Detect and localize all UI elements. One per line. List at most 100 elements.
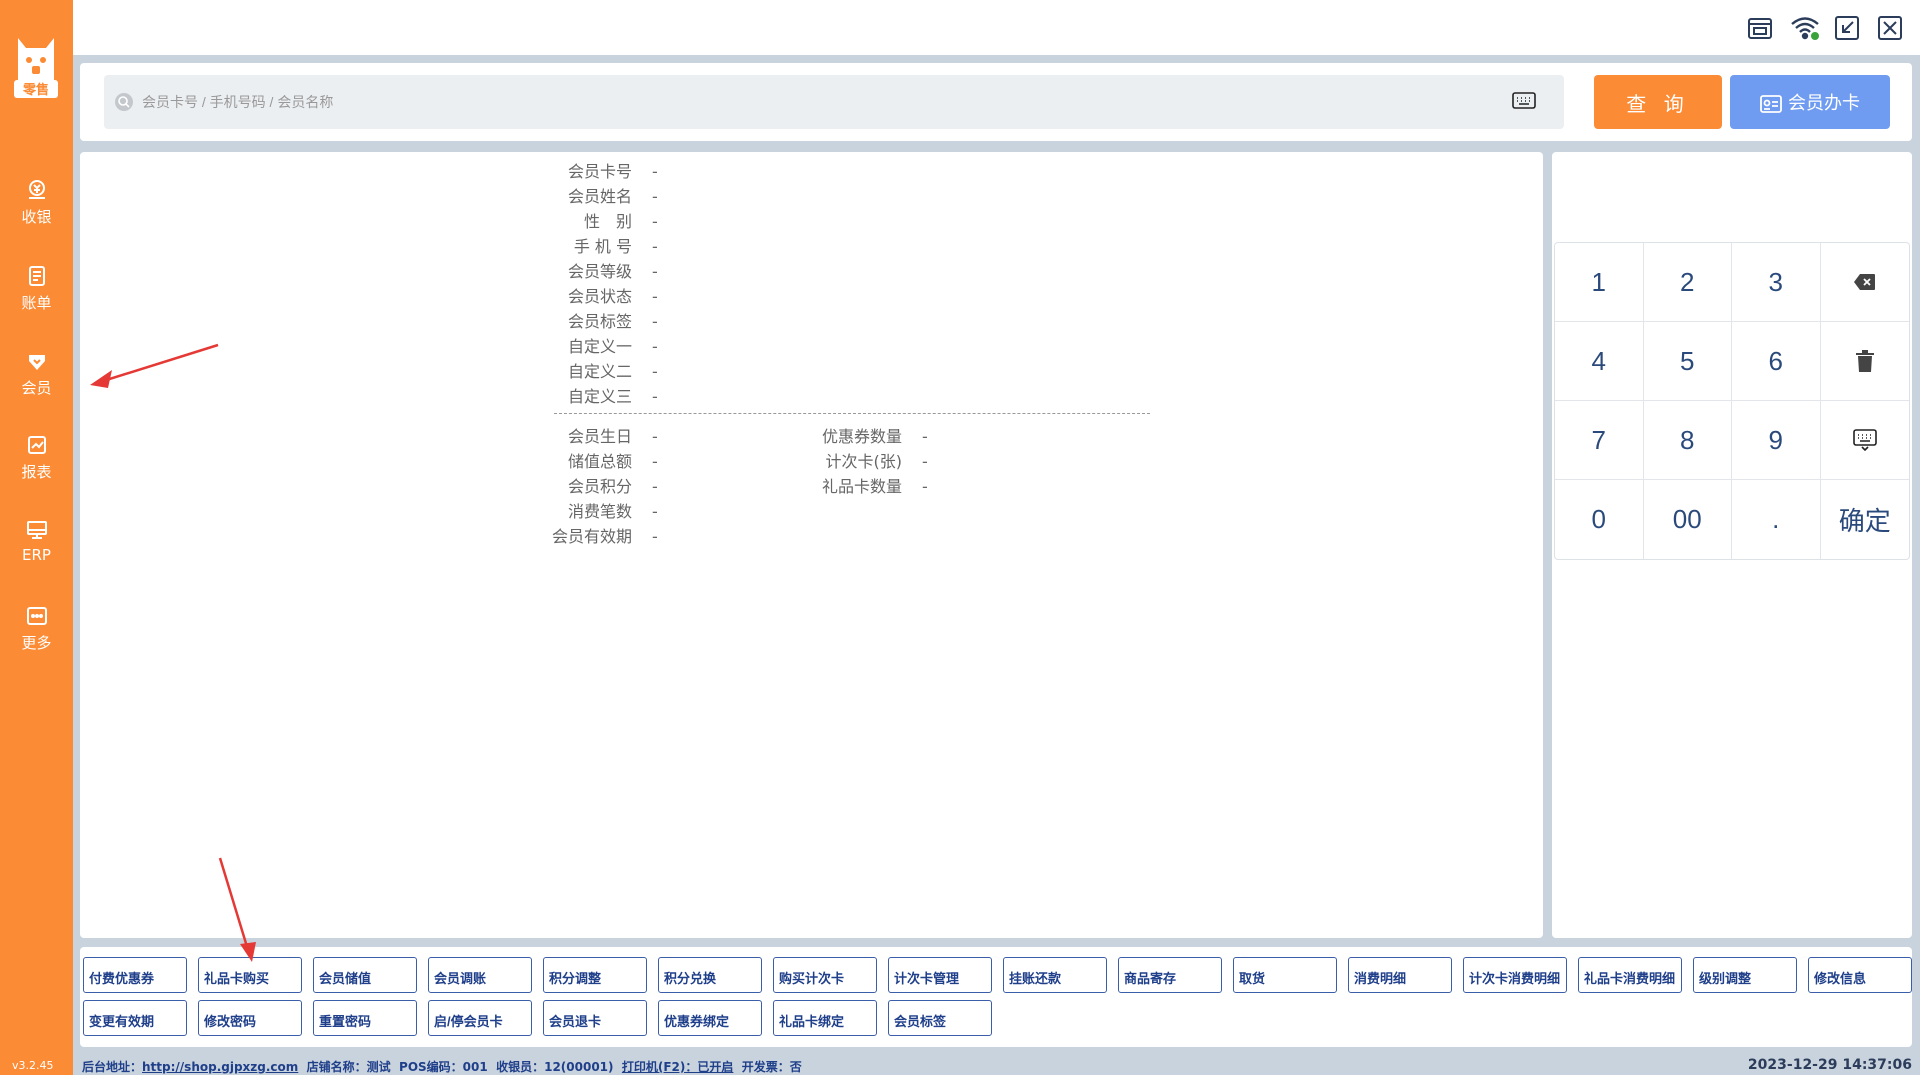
field-value: - [652,527,658,546]
sidebar-item-cashier[interactable]: 收银 [0,178,73,248]
sidebar-item-label: 报表 [21,463,52,481]
trash-icon [1855,350,1874,372]
erp-icon [26,521,47,539]
field-value: - [652,312,658,331]
cashier-info: 收银员：12(00001) [496,1060,614,1074]
member-icon [28,355,45,370]
function-button[interactable]: 消费明细 [1348,957,1452,993]
member-field: 会员卡号 - [530,158,658,182]
member-stat: 计次卡(张) - [780,448,928,472]
function-button[interactable]: 计次卡消费明细 [1463,957,1567,993]
more-icon [26,607,47,625]
close-icon[interactable] [1876,14,1906,42]
key-2[interactable]: 2 [1643,243,1732,322]
clear-key[interactable] [1820,322,1909,401]
function-button[interactable]: 修改密码 [198,1000,302,1036]
field-label: 会员姓名 [567,187,632,206]
search-icon [115,93,133,111]
sidebar-item-member[interactable]: 会员 [0,349,73,419]
field-label: 会员生日 [567,427,632,446]
wifi-icon[interactable] [1789,14,1819,42]
sidebar-item-report[interactable]: 报表 [0,433,73,503]
function-button[interactable]: 修改信息 [1808,957,1912,993]
sidebar-item-more[interactable]: 更多 [0,604,73,674]
key-dot[interactable]: . [1732,480,1821,559]
query-button[interactable]: 查 询 [1594,75,1722,129]
function-button[interactable]: 礼品卡绑定 [773,1000,877,1036]
status-info: 后台地址：http://shop.gjpxzg.com 店铺名称：测试 POS编… [82,1058,802,1075]
sidebar-item-erp[interactable]: ERP [0,518,73,588]
function-button[interactable]: 重置密码 [313,1000,417,1036]
report-icon [27,436,46,454]
function-button[interactable]: 会员储值 [313,957,417,993]
field-label: 会员标签 [567,312,632,331]
function-button[interactable]: 会员退卡 [543,1000,647,1036]
field-value: - [652,237,658,256]
function-button[interactable]: 购买计次卡 [773,957,877,993]
function-button[interactable]: 商品寄存 [1118,957,1222,993]
member-field: 会员标签 - [530,308,658,332]
key-1[interactable]: 1 [1555,243,1644,322]
search-input[interactable] [142,87,1492,117]
member-card-button[interactable]: 会员办卡 [1730,75,1890,129]
function-button[interactable]: 付费优惠券 [83,957,187,993]
field-value: - [922,427,928,446]
field-label: 消费笔数 [567,502,632,521]
member-field: 自定义一 - [530,333,658,357]
function-button[interactable]: 启/停会员卡 [428,1000,532,1036]
key-4[interactable]: 4 [1555,322,1644,401]
keyboard-icon[interactable] [1512,91,1536,111]
field-label: 储值总额 [567,452,632,471]
field-label: 自定义三 [567,387,632,406]
invoice-status: 开发票：否 [741,1060,802,1074]
sidebar-item-bill[interactable]: 账单 [0,264,73,334]
field-label: 礼品卡数量 [821,477,902,496]
member-stat: 消费笔数 - [530,498,658,522]
field-value: - [652,502,658,521]
sidebar-item-label: 收银 [21,208,52,226]
function-button[interactable]: 积分兑换 [658,957,762,993]
logo-text: 零售 [22,82,49,98]
printer-status-link[interactable]: 打印机(F2)：已开启 [622,1060,734,1074]
keyboard-key[interactable] [1820,401,1909,480]
function-button[interactable]: 礼品卡购买 [198,957,302,993]
minimize-icon[interactable] [1833,14,1863,42]
function-button[interactable]: 取货 [1233,957,1337,993]
confirm-key[interactable]: 确定 [1821,480,1910,559]
function-button[interactable]: 积分调整 [543,957,647,993]
divider [554,413,1150,414]
sidebar-item-label: 账单 [21,294,52,312]
function-button[interactable]: 会员调账 [428,957,532,993]
key-0[interactable]: 0 [1555,480,1644,559]
field-label: 自定义一 [567,337,632,356]
field-label: 性 别 [583,212,632,231]
function-button[interactable]: 计次卡管理 [888,957,992,993]
backend-url-link[interactable]: http://shop.gjpxzg.com [142,1060,298,1074]
id-card-icon [1760,95,1782,114]
key-3[interactable]: 3 [1732,243,1821,322]
member-field: 自定义三 - [530,383,658,407]
function-buttons-panel: 付费优惠券 礼品卡购买 会员储值 会员调账 积分调整 积分兑换 购买计次卡 计次卡管理 挂账还款… [80,947,1912,1047]
field-value: - [652,387,658,406]
field-value: - [652,362,658,381]
key-8[interactable]: 8 [1643,401,1732,480]
store-icon[interactable] [1746,14,1776,42]
function-button[interactable]: 变更有效期 [83,1000,187,1036]
member-field: 会员等级 - [530,258,658,282]
function-button[interactable]: 挂账还款 [1003,957,1107,993]
key-5[interactable]: 5 [1643,322,1732,401]
backspace-key[interactable] [1820,243,1909,322]
field-value: - [652,212,658,231]
field-label: 会员积分 [567,477,632,496]
member-field: 性 别- [530,208,658,232]
backspace-icon [1853,274,1875,290]
function-button[interactable]: 优惠券绑定 [658,1000,762,1036]
key-7[interactable]: 7 [1555,401,1644,480]
field-value: - [652,427,658,446]
function-button[interactable]: 礼品卡消费明细 [1578,957,1682,993]
function-button[interactable]: 会员标签 [888,1000,992,1036]
key-9[interactable]: 9 [1732,401,1821,480]
key-00[interactable]: 00 [1644,480,1732,559]
key-6[interactable]: 6 [1732,322,1821,401]
function-button[interactable]: 级别调整 [1693,957,1797,993]
